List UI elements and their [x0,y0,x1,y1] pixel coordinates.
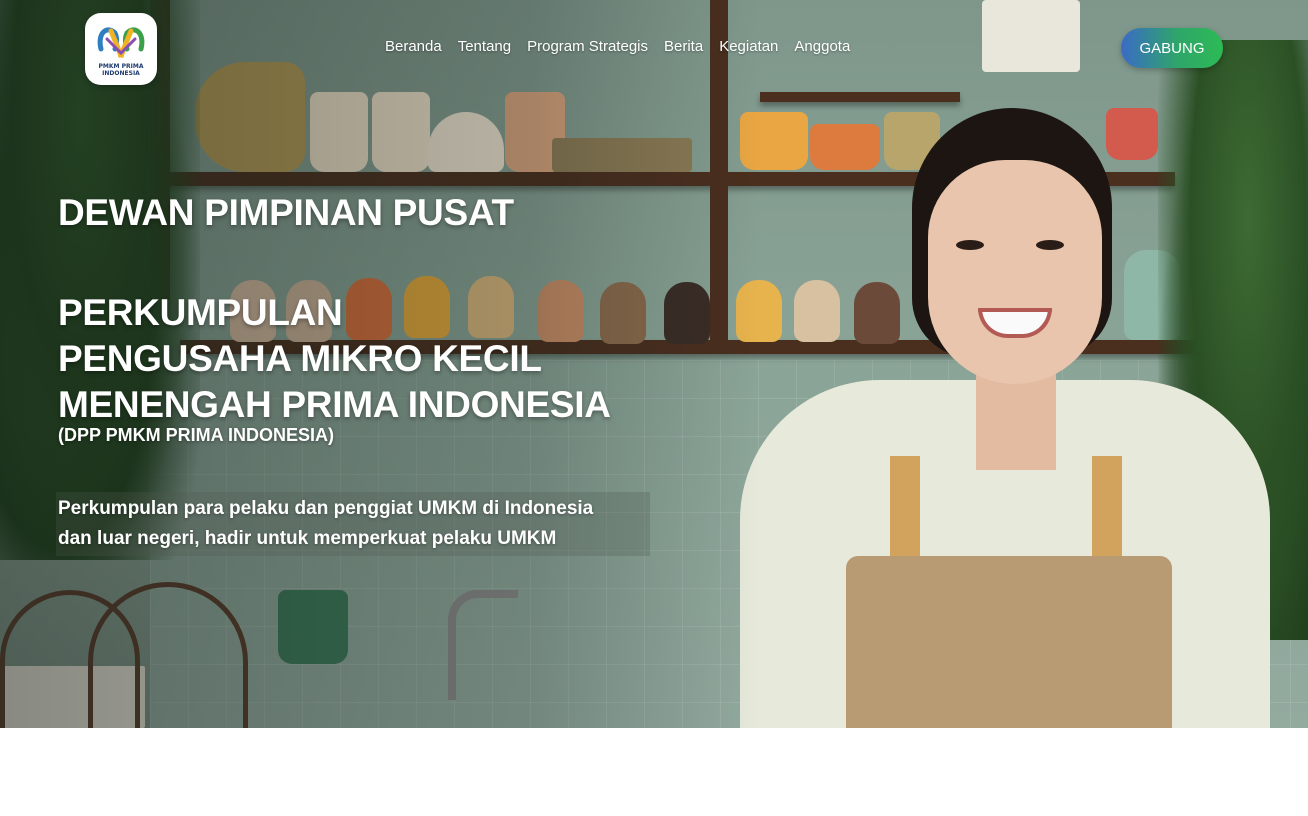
main-navigation: Beranda Tentang Program Strategis Berita… [385,38,850,55]
hero-title-line: PENGUSAHA MIKRO KECIL [58,338,542,379]
nav-link-tentang[interactable]: Tentang [458,38,511,55]
nav-link-berita[interactable]: Berita [664,38,703,55]
hero-tagline-line: Perkumpulan para pelaku dan penggiat UMK… [58,498,594,519]
hero-section: PMKM PRIMA INDONESIA Beranda Tentang Pro… [0,0,1308,728]
logo-text: PMKM PRIMA INDONESIA [98,63,144,77]
hero-organization-name: PERKUMPULAN PENGUSAHA MIKRO KECIL MENENG… [58,290,611,428]
nav-link-kegiatan[interactable]: Kegiatan [719,38,778,55]
hero-tagline-line: dan luar negeri, hadir untuk memperkuat … [58,528,557,549]
face [928,160,1102,384]
apron-strap [1092,456,1122,566]
hero-title-line1: DEWAN PIMPINAN PUSAT [58,192,514,233]
eye [956,240,984,250]
page-content-area [0,728,1308,816]
nav-link-anggota[interactable]: Anggota [794,38,850,55]
site-logo[interactable]: PMKM PRIMA INDONESIA [85,13,157,85]
nav-link-program-strategis[interactable]: Program Strategis [527,38,648,55]
shop-owner-photo [740,100,1270,728]
logo-emblem-icon [97,27,145,58]
hero-tagline: Perkumpulan para pelaku dan penggiat UMK… [56,492,650,556]
miniature-house [982,0,1080,72]
hero-abbreviation: (DPP PMKM PRIMA INDONESIA) [58,425,335,445]
hero-title-line: MENENGAH PRIMA INDONESIA [58,384,611,425]
apron [846,556,1172,728]
apron-strap [890,456,920,566]
nav-link-beranda[interactable]: Beranda [385,38,442,55]
hero-title-line: PERKUMPULAN [58,292,343,333]
join-button[interactable]: GABUNG [1121,28,1223,68]
eye [1036,240,1064,250]
